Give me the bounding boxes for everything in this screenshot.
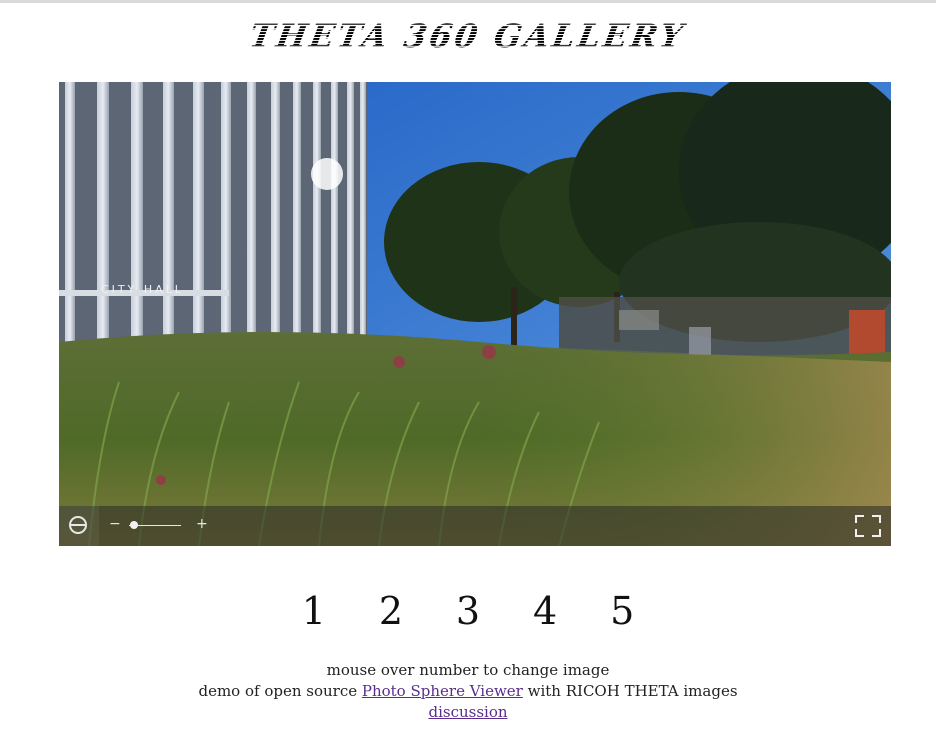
discussion-line: discussion bbox=[0, 702, 936, 723]
city-hall-sign: CITY HALL bbox=[101, 283, 184, 296]
image-number-4[interactable]: 4 bbox=[509, 586, 581, 636]
globe-icon bbox=[69, 516, 87, 534]
fullscreen-button[interactable] bbox=[855, 515, 881, 537]
instruction-text: mouse over number to change image bbox=[326, 661, 610, 679]
footer: mouse over number to change image demo o… bbox=[0, 660, 936, 723]
photo-sphere-viewer[interactable]: CITY HALL − + bbox=[59, 82, 891, 546]
credit-prefix: demo of open source bbox=[198, 682, 362, 700]
discussion-link[interactable]: discussion bbox=[428, 703, 507, 721]
autorotate-button[interactable] bbox=[59, 506, 99, 546]
image-number-3[interactable]: 3 bbox=[432, 586, 504, 636]
browser-top-border bbox=[0, 0, 936, 3]
zoom-in-button[interactable]: + bbox=[196, 515, 208, 533]
header: THETA 360 GALLERY bbox=[0, 14, 936, 58]
image-number-2[interactable]: 2 bbox=[355, 586, 427, 636]
zoom-out-button[interactable]: − bbox=[109, 515, 121, 533]
panorama-image[interactable]: CITY HALL bbox=[59, 82, 891, 546]
viewer-navbar: − + bbox=[59, 506, 891, 546]
image-selector: 1 2 3 4 5 bbox=[0, 586, 936, 636]
zoom-slider-handle[interactable] bbox=[130, 521, 139, 529]
credit-line: demo of open source Photo Sphere Viewer … bbox=[0, 681, 936, 702]
page-title: THETA 360 GALLERY bbox=[246, 14, 689, 58]
image-number-5[interactable]: 5 bbox=[586, 586, 658, 636]
fullscreen-icon bbox=[855, 515, 864, 523]
image-number-1[interactable]: 1 bbox=[278, 586, 350, 636]
credit-suffix: with RICOH THETA images bbox=[522, 682, 738, 700]
photo-sphere-viewer-link[interactable]: Photo Sphere Viewer bbox=[362, 682, 523, 700]
